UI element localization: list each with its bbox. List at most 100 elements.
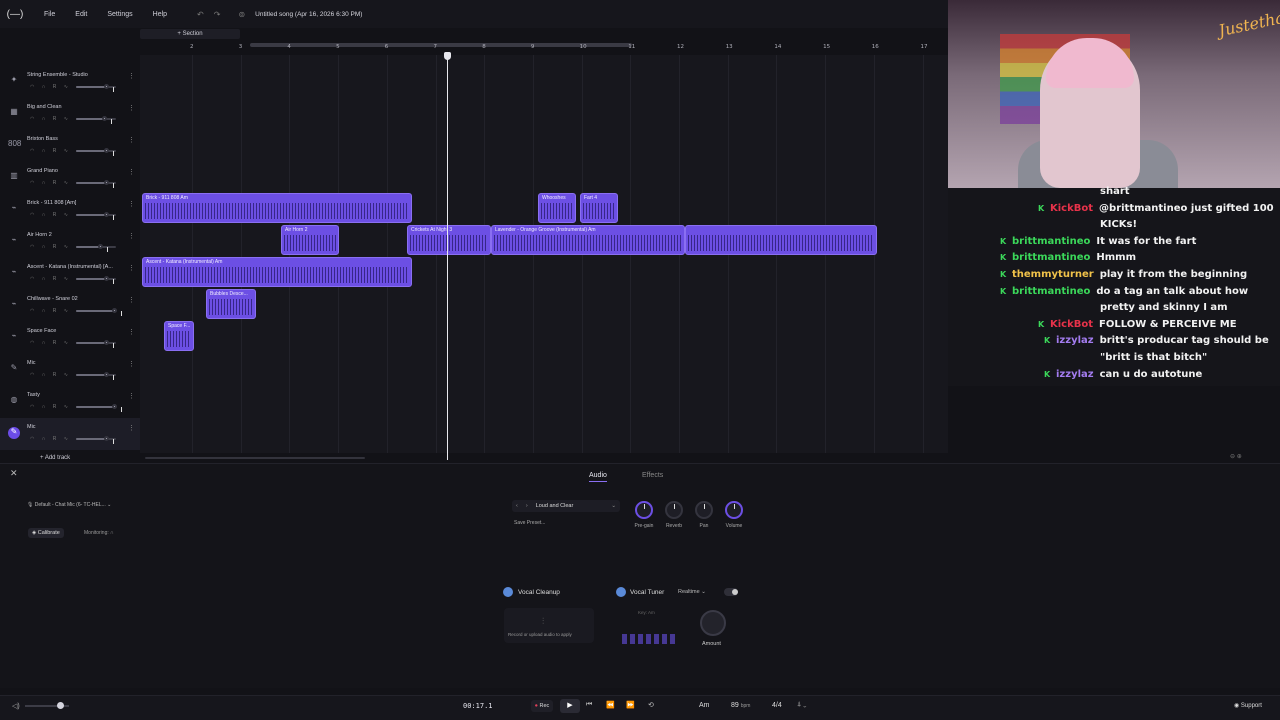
track-name[interactable]: Ascent - Katana (Instrumental) [A... [27,264,127,270]
sample-icon[interactable]: ⌁ [8,267,20,279]
clip-air-horn-2[interactable]: Air Horn 2 [281,225,339,255]
timeline-ruler[interactable]: 2 3 4 5 6 7 8 9 10 11 12 13 14 15 16 17 [140,41,948,55]
track-header[interactable]: ⌁ Chillwave - Snare 02 ◠ ∩ R ∿ ⋮ [0,290,140,322]
drum-icon[interactable]: ◍ [8,395,20,407]
clip-lavender-continued[interactable] [685,225,877,255]
track-header[interactable]: ▦ Big and Clean ◠ ∩ R ∿ ⋮ [0,98,140,130]
track-volume-knob[interactable] [111,404,122,412]
skip-to-start-icon[interactable]: ⏮ [586,701,592,709]
track-volume-knob[interactable] [111,308,122,316]
track-volume-knob[interactable] [103,436,114,444]
track-volume-knob[interactable] [103,180,114,188]
sample-icon[interactable]: ⌁ [8,331,20,343]
track-name[interactable]: Brixton Bass [27,136,127,142]
track-volume-knob[interactable] [103,148,114,156]
menu-settings[interactable]: Settings [101,11,138,18]
track-volume-slider[interactable] [76,244,116,252]
menu-edit[interactable]: Edit [69,11,93,18]
track-header[interactable]: ⌁ Space Face ◠ ∩ R ∿ ⋮ [0,322,140,354]
tab-effects[interactable]: Effects [642,472,663,479]
chevron-left-icon[interactable]: ‹ [516,503,518,509]
track-controls[interactable]: ◠ ∩ R ∿ [30,148,71,154]
more-options-icon[interactable]: ⋮ [128,424,135,432]
sample-icon[interactable]: ⌁ [8,299,20,311]
add-section-button[interactable]: + Section [140,29,240,39]
master-volume-knob[interactable] [57,702,64,709]
volume-knob[interactable] [725,501,743,519]
metronome-icon[interactable]: ⍋ ⌄ [797,701,806,709]
track-header[interactable]: ✎ Mic ◠ ∩ R ∿ ⋮ [0,354,140,386]
chevron-down-icon[interactable]: ⌄ [611,503,616,509]
more-options-icon[interactable]: ⋮ [128,72,135,80]
song-title[interactable]: Untitled song (Apr 16, 2026 6:30 PM) [255,11,362,18]
speaker-icon[interactable]: ◁) [12,702,20,710]
track-volume-slider[interactable] [76,372,116,380]
clip-ascent-katana[interactable]: Ascent - Katana (Instrumental) Am [142,257,412,287]
vocal-tuner-toggle[interactable] [616,587,626,597]
track-volume-slider[interactable] [76,340,116,348]
redo-icon[interactable]: ↷ [214,10,221,19]
add-track-button[interactable]: + Add track [40,455,70,461]
more-options-icon[interactable]: ⋮ [128,200,135,208]
track-name[interactable]: String Ensemble - Studio [27,72,127,78]
play-button[interactable]: ▶ [560,699,580,713]
track-header[interactable]: ⌁ Air Horn 2 ◠ ∩ R ∿ ⋮ [0,226,140,258]
track-volume-knob[interactable] [103,340,114,348]
chat-username[interactable]: KickBot [1050,203,1093,214]
track-header[interactable]: 808 Brixton Bass ◠ ∩ R ∿ ⋮ [0,130,140,162]
tuner-mode-select[interactable]: Realtime ⌄ [678,589,706,595]
track-name[interactable]: Brick - 911 808 [Am] [27,200,127,206]
arrangement-timeline[interactable]: Brick - 911 808 Am Whooshes Fart 4 Air H… [140,55,948,453]
track-volume-slider[interactable] [76,84,116,92]
zoom-in-icon[interactable]: ⊕ [1237,454,1242,460]
track-controls[interactable]: ◠ ∩ R ∿ [30,340,71,346]
track-header[interactable]: ▥ Grand Piano ◠ ∩ R ∿ ⋮ [0,162,140,194]
fast-forward-icon[interactable]: ⏩ [626,701,635,709]
clip-brick-808[interactable]: Brick - 911 808 Am [142,193,412,223]
track-controls[interactable]: ◠ ∩ R ∿ [30,180,71,186]
chat-username[interactable]: themmyturner [1012,269,1094,280]
track-name[interactable]: Air Horn 2 [27,232,127,238]
track-volume-knob[interactable] [103,212,114,220]
piano-icon[interactable]: ▥ [8,171,20,183]
more-options-icon[interactable]: ⋮ [128,168,135,176]
pregain-knob[interactable] [635,501,653,519]
track-controls[interactable]: ◠ ∩ R ∿ [30,276,71,282]
track-name[interactable]: Big and Clean [27,104,127,110]
track-name[interactable]: Mic [27,360,127,366]
clip-crickets-at-night[interactable]: Crickets At Night 3 [407,225,491,255]
synth-icon[interactable]: ▦ [8,107,20,119]
track-volume-slider[interactable] [76,180,116,188]
cloud-save-icon[interactable]: ⊚ [238,10,245,19]
drum-machine-icon[interactable]: 808 [8,139,21,151]
mic-icon[interactable]: ✎ [8,427,20,439]
track-volume-knob[interactable] [103,276,114,284]
track-controls[interactable]: ◠ ∩ R ∿ [30,308,71,314]
zoom-out-icon[interactable]: ⊖ [1230,454,1235,460]
loop-icon[interactable]: ⟲ [648,701,654,709]
clip-lavender-orange-groove[interactable]: Lavender - Orange Groove (Instrumental) … [491,225,685,255]
track-header[interactable]: ⌁ Ascent - Katana (Instrumental) [A... ◠ ∩… [0,258,140,290]
track-volume-slider[interactable] [76,212,116,220]
track-header[interactable]: ⌁ Brick - 911 808 [Am] ◠ ∩ R ∿ ⋮ [0,194,140,226]
track-name[interactable]: Grand Piano [27,168,127,174]
chat-username[interactable]: brittmantineo [1012,252,1090,263]
tuner-enable-switch[interactable] [724,588,738,596]
track-volume-slider[interactable] [76,148,116,156]
key-display[interactable]: Am [699,702,710,709]
chat-username[interactable]: KickBot [1050,319,1093,330]
mic-input-select[interactable]: 🎙 Default - Chat Mic (6- TC-HEL... ⌄ [27,502,111,508]
reverb-knob[interactable] [665,501,683,519]
clip-whooshes[interactable]: Whooshes [538,193,576,223]
track-volume-slider[interactable] [76,276,116,284]
chat-username[interactable]: brittmantineo [1012,236,1090,247]
close-icon[interactable]: ✕ [10,468,18,479]
more-options-icon[interactable]: ⋮ [128,264,135,272]
track-header[interactable]: ✎ Mic ◠ ∩ R ∿ ⋮ [0,418,140,450]
support-button[interactable]: ◉ Support [1234,702,1262,709]
clip-space-face[interactable]: Space F... [164,321,194,351]
more-options-icon[interactable]: ⋮ [128,360,135,368]
chevron-right-icon[interactable]: › [526,503,528,509]
chat-username[interactable]: brittmantineo [1012,286,1090,297]
more-options-icon[interactable]: ⋮ [128,136,135,144]
